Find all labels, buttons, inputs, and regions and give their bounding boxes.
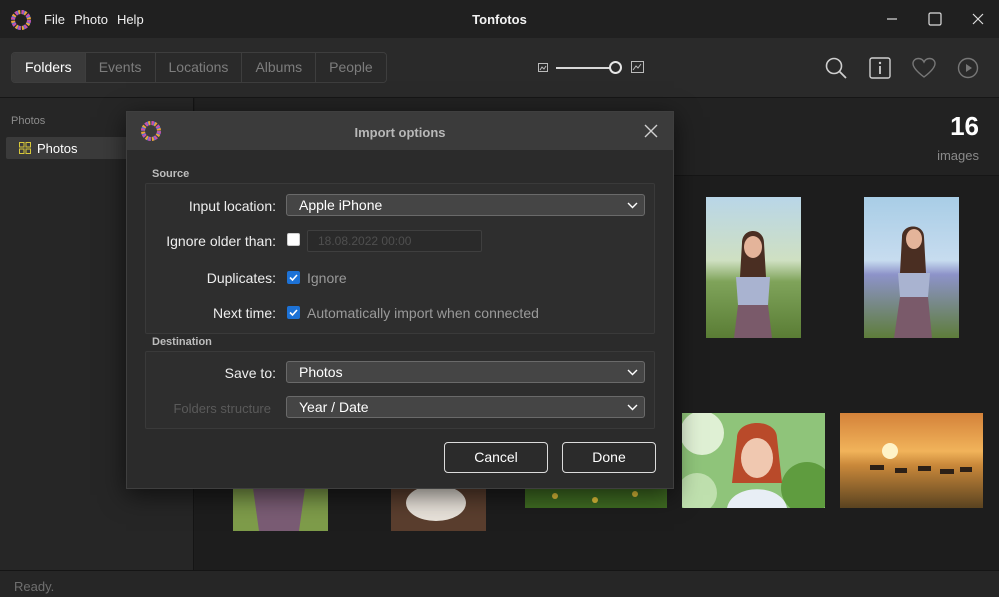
save-to-label: Save to:: [224, 365, 276, 381]
duplicates-label: Duplicates:: [206, 270, 276, 286]
tab-people[interactable]: People: [316, 53, 386, 82]
next-time-checkbox[interactable]: [287, 306, 300, 319]
checkmark-icon: [289, 309, 298, 317]
chevron-down-icon: [627, 369, 638, 376]
folders-structure-select[interactable]: Year / Date: [286, 396, 645, 418]
tab-locations[interactable]: Locations: [155, 53, 243, 82]
play-icon: [957, 57, 979, 79]
maximize-button[interactable]: [913, 0, 956, 38]
tab-events[interactable]: Events: [85, 53, 156, 82]
menu-bar: File Photo Help: [44, 12, 153, 27]
sidebar-heading: Photos: [11, 115, 46, 127]
photo-image: [706, 197, 801, 338]
cancel-button[interactable]: Cancel: [444, 442, 548, 473]
done-button[interactable]: Done: [562, 442, 656, 473]
heart-icon: [912, 57, 936, 78]
checkmark-icon: [289, 274, 298, 282]
photo-image: [525, 488, 667, 508]
dialog-titlebar: Import options: [127, 112, 673, 150]
duplicates-text: Ignore: [307, 270, 347, 286]
status-text: Ready.: [14, 579, 55, 594]
photo-thumbnail[interactable]: [391, 488, 486, 531]
slideshow-button[interactable]: [955, 55, 981, 81]
tab-albums[interactable]: Albums: [242, 53, 317, 82]
input-location-label: Input location:: [188, 198, 276, 214]
photo-image: [391, 488, 486, 531]
search-icon: [825, 57, 847, 79]
photo-image: [864, 197, 959, 338]
search-button[interactable]: [823, 55, 849, 81]
photo-image: [233, 488, 328, 531]
toolbar: Folders Events Locations Albums People: [0, 38, 999, 98]
minimize-icon: [886, 18, 897, 20]
source-group: Input location: Apple iPhone Ignore olde…: [145, 183, 655, 334]
close-icon: [972, 13, 983, 25]
photo-image: [840, 413, 983, 508]
next-time-label: Next time:: [212, 305, 276, 321]
input-location-select[interactable]: Apple iPhone: [286, 194, 645, 216]
status-bar: Ready.: [0, 570, 999, 597]
photo-thumbnail[interactable]: [525, 488, 667, 508]
duplicates-checkbox[interactable]: [287, 271, 300, 284]
window-controls: [870, 0, 999, 38]
sidebar-item-label: Photos: [37, 140, 78, 156]
grid-icon: [19, 142, 31, 154]
folders-structure-value: Year / Date: [299, 399, 369, 415]
import-options-dialog: Import options Source Input location: Ap…: [126, 111, 674, 489]
destination-group: Save to: Photos Folders structure Year /…: [145, 351, 655, 429]
menu-photo[interactable]: Photo: [74, 12, 108, 27]
folders-structure-label: Folders structure: [173, 401, 271, 416]
photo-thumbnail[interactable]: [682, 413, 825, 508]
image-count-label: images: [937, 148, 979, 163]
info-button[interactable]: [867, 55, 893, 81]
dialog-title: Import options: [354, 125, 446, 140]
close-window-button[interactable]: [956, 0, 999, 38]
save-to-select[interactable]: Photos: [286, 361, 645, 383]
photo-thumbnail[interactable]: [233, 488, 328, 531]
favorite-button[interactable]: [911, 55, 937, 81]
source-section-label: Source: [152, 168, 190, 180]
minimize-button[interactable]: [870, 0, 913, 38]
ignore-older-label: Ignore older than:: [166, 233, 276, 249]
small-image-icon: [538, 63, 548, 72]
menu-file[interactable]: File: [44, 12, 65, 27]
slider-thumb[interactable]: [609, 61, 622, 74]
view-tabs: Folders Events Locations Albums People: [11, 52, 387, 83]
save-to-value: Photos: [299, 364, 343, 380]
photo-image: [682, 413, 825, 508]
toolbar-actions: [823, 55, 981, 81]
tab-folders[interactable]: Folders: [12, 53, 86, 82]
next-time-text: Automatically import when connected: [307, 305, 539, 321]
close-icon[interactable]: [643, 123, 659, 139]
photo-thumbnail[interactable]: [864, 197, 959, 338]
photo-thumbnail[interactable]: [706, 197, 801, 338]
destination-section-label: Destination: [152, 336, 212, 348]
title-bar: File Photo Help Tonfotos: [0, 0, 999, 38]
input-location-value: Apple iPhone: [299, 197, 383, 213]
thumbnail-size-slider[interactable]: [538, 60, 644, 76]
maximize-icon: [927, 12, 942, 26]
large-image-icon: [631, 61, 644, 73]
info-icon: [869, 57, 891, 79]
ignore-older-date-field[interactable]: 18.08.2022 00:00: [307, 230, 482, 252]
menu-help[interactable]: Help: [117, 12, 144, 27]
chevron-down-icon: [627, 404, 638, 411]
image-count: 16: [950, 111, 979, 141]
chevron-down-icon: [627, 202, 638, 209]
ignore-older-checkbox[interactable]: [287, 233, 300, 246]
photo-thumbnail[interactable]: [840, 413, 983, 508]
app-logo-icon: [11, 10, 31, 30]
